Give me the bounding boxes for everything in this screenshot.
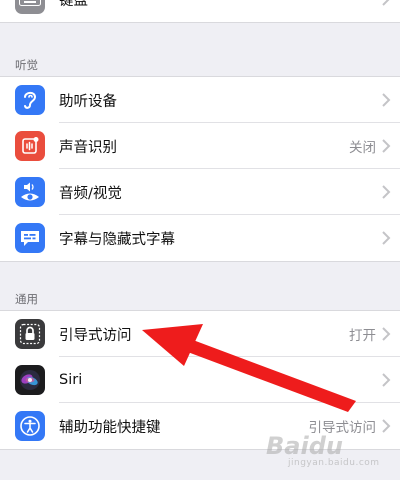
chevron-right-icon (382, 0, 390, 6)
lock-icon (15, 319, 45, 349)
baidu-watermark: Baidu jingyan.baidu.com (266, 432, 386, 468)
hearing-group: 助听设备 声音识别 关闭 音频/视觉 字幕与隐藏式字幕 (0, 76, 400, 262)
section-header-hearing: 听觉 (15, 58, 38, 72)
sound-recognition-value: 关闭 (349, 140, 376, 156)
keyboard-label: 键盘 (59, 0, 88, 9)
accessibility-icon (15, 411, 45, 441)
subtitles-icon (15, 223, 45, 253)
chevron-right-icon (382, 93, 391, 107)
subtitles-label: 字幕与隐藏式字幕 (59, 231, 175, 248)
siri-row[interactable]: Siri (0, 357, 400, 403)
general-group: 引导式访问 打开 Siri 辅助功能快捷键 引导式访问 (0, 310, 400, 450)
chevron-right-icon (382, 139, 391, 153)
sound-recognition-label: 声音识别 (59, 139, 117, 156)
siri-label: Siri (59, 372, 83, 388)
sound-recognition-icon (15, 131, 45, 161)
section-header-general: 通用 (15, 292, 38, 306)
chevron-right-icon (382, 373, 391, 387)
chevron-right-icon (382, 327, 391, 341)
audio-visual-label: 音频/视觉 (59, 185, 122, 202)
watermark-brand: Baidu (266, 432, 343, 460)
chevron-right-icon (382, 185, 391, 199)
hearing-devices-row[interactable]: 助听设备 (0, 77, 400, 123)
keyboard-icon (15, 0, 45, 14)
subtitles-row[interactable]: 字幕与隐藏式字幕 (0, 215, 400, 261)
sound-recognition-row[interactable]: 声音识别 关闭 (0, 123, 400, 169)
audio-visual-icon (15, 177, 45, 207)
hearing-devices-label: 助听设备 (59, 93, 117, 110)
keyboard-row[interactable]: 键盘 (0, 0, 400, 22)
siri-icon (15, 365, 45, 395)
keyboard-group: 键盘 (0, 0, 400, 23)
guided-access-value: 打开 (349, 328, 376, 344)
watermark-url: jingyan.baidu.com (288, 458, 380, 468)
ear-icon (15, 85, 45, 115)
chevron-right-icon (382, 231, 391, 245)
guided-access-row[interactable]: 引导式访问 打开 (0, 311, 400, 357)
accessibility-shortcut-label: 辅助功能快捷键 (59, 419, 161, 436)
audio-visual-row[interactable]: 音频/视觉 (0, 169, 400, 215)
guided-access-label: 引导式访问 (59, 327, 132, 344)
